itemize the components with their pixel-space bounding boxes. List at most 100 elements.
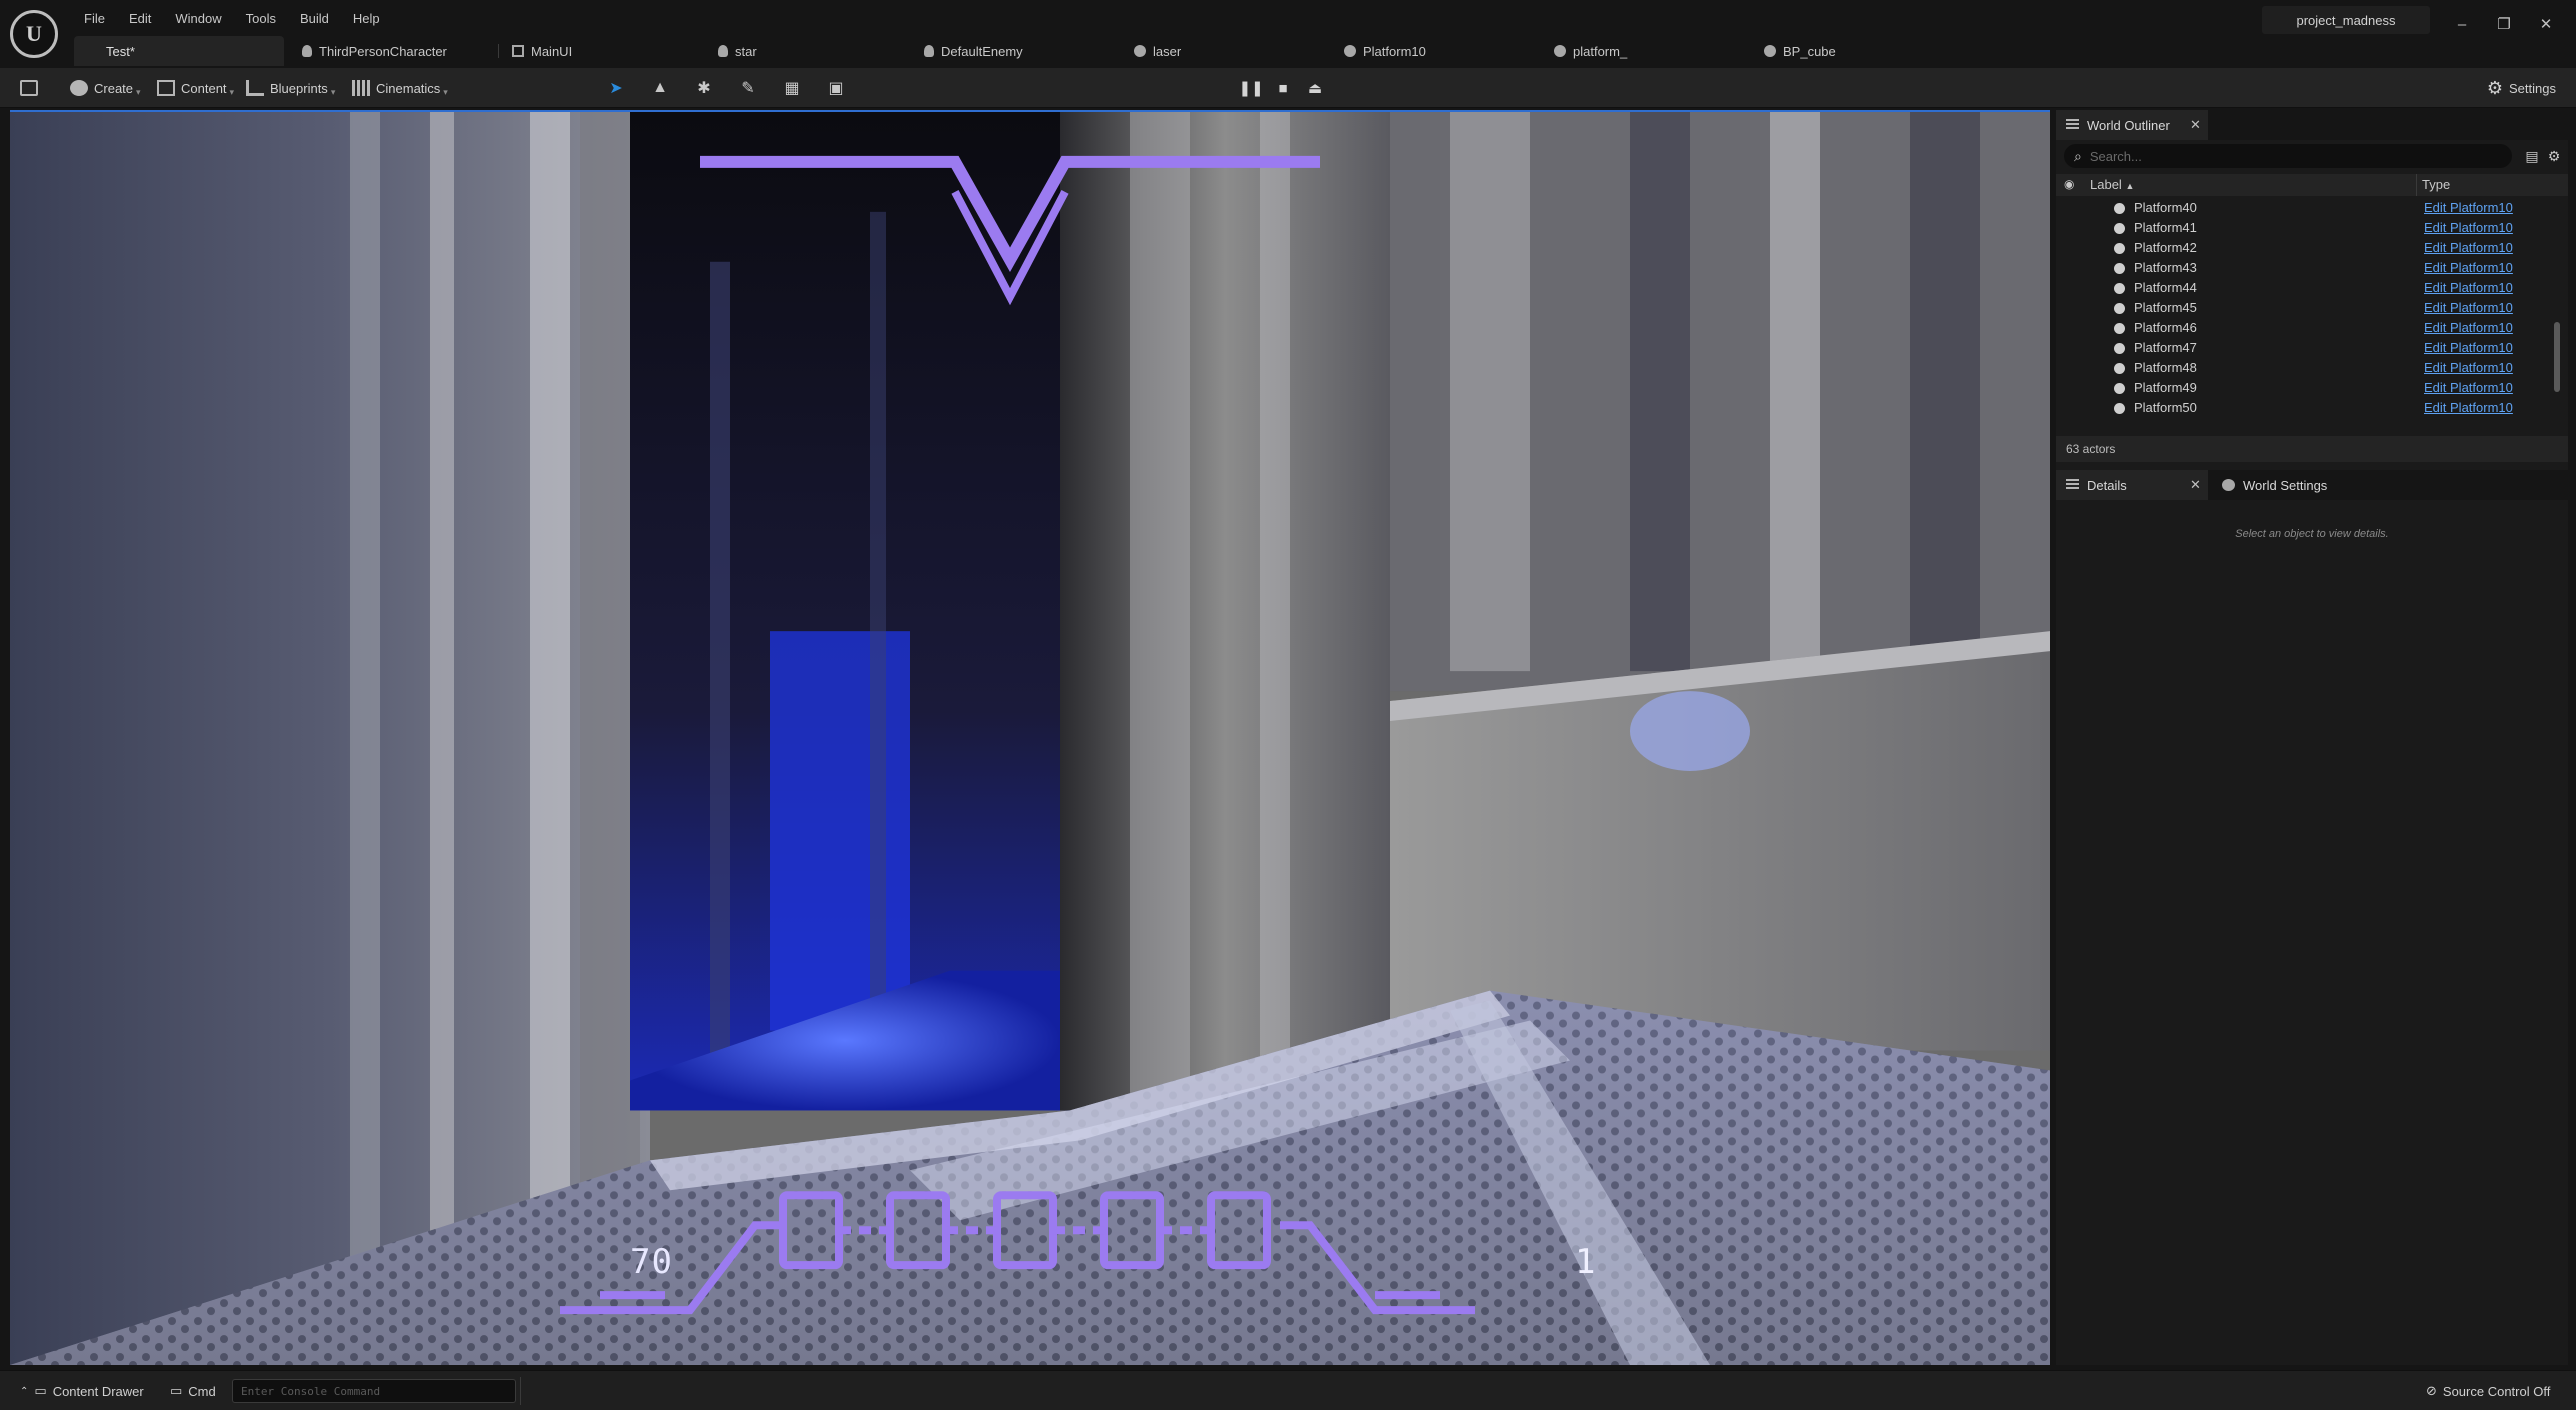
save-button[interactable]: [20, 74, 44, 102]
landscape-mode-icon[interactable]: ▲: [648, 76, 672, 100]
select-mode-icon[interactable]: ➤: [604, 76, 628, 100]
details-tabbar: Details ✕ World Settings: [2056, 470, 2568, 500]
cinematics-button[interactable]: Cinematics ▾: [352, 74, 448, 102]
search-icon: ⌕: [2074, 147, 2082, 164]
person-icon: [718, 45, 728, 57]
console-command-field[interactable]: [232, 1379, 516, 1403]
outliner-row[interactable]: Platform44 Edit Platform10: [2056, 278, 2551, 298]
menu-window[interactable]: Window: [163, 8, 233, 30]
tab-label: ThirdPersonCharacter: [319, 43, 447, 59]
tab-bp-cube[interactable]: BP_cube: [1754, 36, 1894, 66]
tab-world-settings[interactable]: World Settings: [2212, 470, 2372, 500]
cmd-button[interactable]: ▭ Cmd: [170, 1379, 216, 1403]
tab-platform[interactable]: platform_: [1544, 36, 1744, 66]
right-panel: World Outliner ✕ ⌕ ▤ ⚙ ◉ Label ▲ Type Pl…: [2056, 110, 2568, 1365]
actor-type-link[interactable]: Edit Platform10: [2424, 360, 2513, 375]
actor-label: Platform41: [2134, 220, 2197, 235]
outliner-row[interactable]: Platform41 Edit Platform10: [2056, 218, 2551, 238]
actor-label: Platform48: [2134, 360, 2197, 375]
menu-file[interactable]: File: [72, 8, 117, 30]
column-label[interactable]: Label ▲: [2090, 177, 2134, 192]
outliner-row[interactable]: Platform43 Edit Platform10: [2056, 258, 2551, 278]
outliner-row[interactable]: Platform45 Edit Platform10: [2056, 298, 2551, 318]
project-name-badge[interactable]: project_madness: [2262, 6, 2430, 34]
actor-type-link[interactable]: Edit Platform10: [2424, 280, 2513, 295]
source-control-button[interactable]: ⊘ Source Control Off: [2426, 1379, 2550, 1403]
actor-label: Platform42: [2134, 240, 2197, 255]
actor-label: Platform46: [2134, 320, 2197, 335]
actor-type-link[interactable]: Edit Platform10: [2424, 260, 2513, 275]
outliner-row[interactable]: Platform40 Edit Platform10: [2056, 198, 2551, 218]
outliner-row[interactable]: Platform47 Edit Platform10: [2056, 338, 2551, 358]
content-drawer-button[interactable]: ⌃ ▭ Content Drawer: [20, 1379, 144, 1403]
tab-test[interactable]: Test*: [74, 36, 284, 66]
actor-icon: [2114, 363, 2125, 374]
close-window-icon[interactable]: ✕: [2532, 10, 2560, 38]
tab-details[interactable]: Details: [2056, 470, 2208, 500]
tab-mainui[interactable]: MainUI: [502, 36, 702, 66]
tab-world-outliner[interactable]: World Outliner: [2056, 110, 2208, 140]
menu-build[interactable]: Build: [288, 8, 341, 30]
restore-icon[interactable]: ❐: [2490, 10, 2518, 38]
mesh-paint-mode-icon[interactable]: ✎: [736, 76, 760, 100]
tab-label: Test*: [106, 43, 135, 59]
menu-tools[interactable]: Tools: [234, 8, 288, 30]
actor-type-link[interactable]: Edit Platform10: [2424, 320, 2513, 335]
minimize-icon[interactable]: –: [2448, 10, 2476, 38]
blueprints-button[interactable]: Blueprints ▾: [246, 74, 335, 102]
pause-icon[interactable]: ❚❚: [1238, 77, 1263, 99]
add-folder-icon[interactable]: ▤: [2522, 146, 2542, 166]
outliner-row[interactable]: Platform49 Edit Platform10: [2056, 378, 2551, 398]
outliner-row[interactable]: Platform42 Edit Platform10: [2056, 238, 2551, 258]
menu-edit[interactable]: Edit: [117, 8, 163, 30]
outliner-row[interactable]: Platform46 Edit Platform10: [2056, 318, 2551, 338]
blueprint-icon: [1344, 45, 1356, 57]
tab-thirdpersoncharacter[interactable]: ThirdPersonCharacter: [292, 36, 492, 66]
create-label: Create: [94, 80, 134, 96]
actor-icon: [2114, 323, 2125, 334]
outliner-row[interactable]: Platform50 Edit Platform10: [2056, 398, 2551, 418]
tab-star[interactable]: star: [708, 36, 908, 66]
column-divider[interactable]: [2416, 174, 2417, 196]
settings-button[interactable]: ⚙ Settings: [2487, 74, 2556, 102]
visibility-icon[interactable]: ◉: [2064, 177, 2074, 191]
close-icon[interactable]: ✕: [2190, 477, 2201, 493]
actor-type-link[interactable]: Edit Platform10: [2424, 380, 2513, 395]
document-tabs: Test* ThirdPersonCharacter MainUI star D…: [74, 36, 1894, 66]
gear-icon[interactable]: ⚙: [2544, 146, 2564, 166]
chevron-down-icon: ▾: [443, 87, 448, 97]
outliner-row[interactable]: Platform51Edit Platform10: [2056, 418, 2551, 420]
close-icon[interactable]: ✕: [2190, 117, 2201, 133]
actor-type-link[interactable]: Edit Platform10: [2424, 240, 2513, 255]
content-button[interactable]: Content ▾: [157, 74, 234, 102]
actor-icon: [2114, 343, 2125, 354]
fracture-mode-icon[interactable]: ▣: [824, 76, 848, 100]
tab-laser[interactable]: laser: [1124, 36, 1324, 66]
outliner-search[interactable]: ⌕: [2064, 144, 2512, 168]
unreal-logo-icon[interactable]: U: [10, 10, 58, 58]
modeling-mode-icon[interactable]: ▦: [780, 76, 804, 100]
actor-type-link[interactable]: Edit Platform10: [2424, 300, 2513, 315]
actor-type-link[interactable]: Edit Platform10: [2424, 220, 2513, 235]
actor-label: Platform47: [2134, 340, 2197, 355]
tab-platform10[interactable]: Platform10: [1334, 36, 1534, 66]
outliner-row[interactable]: Platform48 Edit Platform10: [2056, 358, 2551, 378]
level-viewport[interactable]: 70 1: [10, 110, 2050, 1365]
actor-type-link[interactable]: Edit Platform10: [2424, 340, 2513, 355]
actor-type-link[interactable]: Edit Platform10: [2424, 400, 2513, 415]
outliner-search-input[interactable]: [2089, 148, 2490, 164]
stop-icon[interactable]: ■: [1272, 77, 1294, 99]
settings-label: Settings: [2509, 80, 2556, 96]
foliage-mode-icon[interactable]: ✱: [692, 76, 716, 100]
tab-defaultenemy[interactable]: DefaultEnemy: [914, 36, 1114, 66]
menu-help[interactable]: Help: [341, 8, 392, 30]
create-button[interactable]: Create ▾: [70, 74, 141, 102]
source-control-label: Source Control Off: [2442, 1383, 2551, 1399]
eject-icon[interactable]: ⏏: [1304, 77, 1326, 99]
outliner-scrollbar[interactable]: [2554, 322, 2560, 392]
tab-label: star: [735, 43, 757, 59]
actor-type-link[interactable]: Edit Platform10: [2424, 200, 2513, 215]
main-toolbar: Create ▾ Content ▾ Blueprints ▾ Cinematics ▾…: [0, 68, 2576, 108]
console-command-input[interactable]: [233, 1384, 503, 1398]
column-type[interactable]: Type: [2422, 177, 2450, 192]
